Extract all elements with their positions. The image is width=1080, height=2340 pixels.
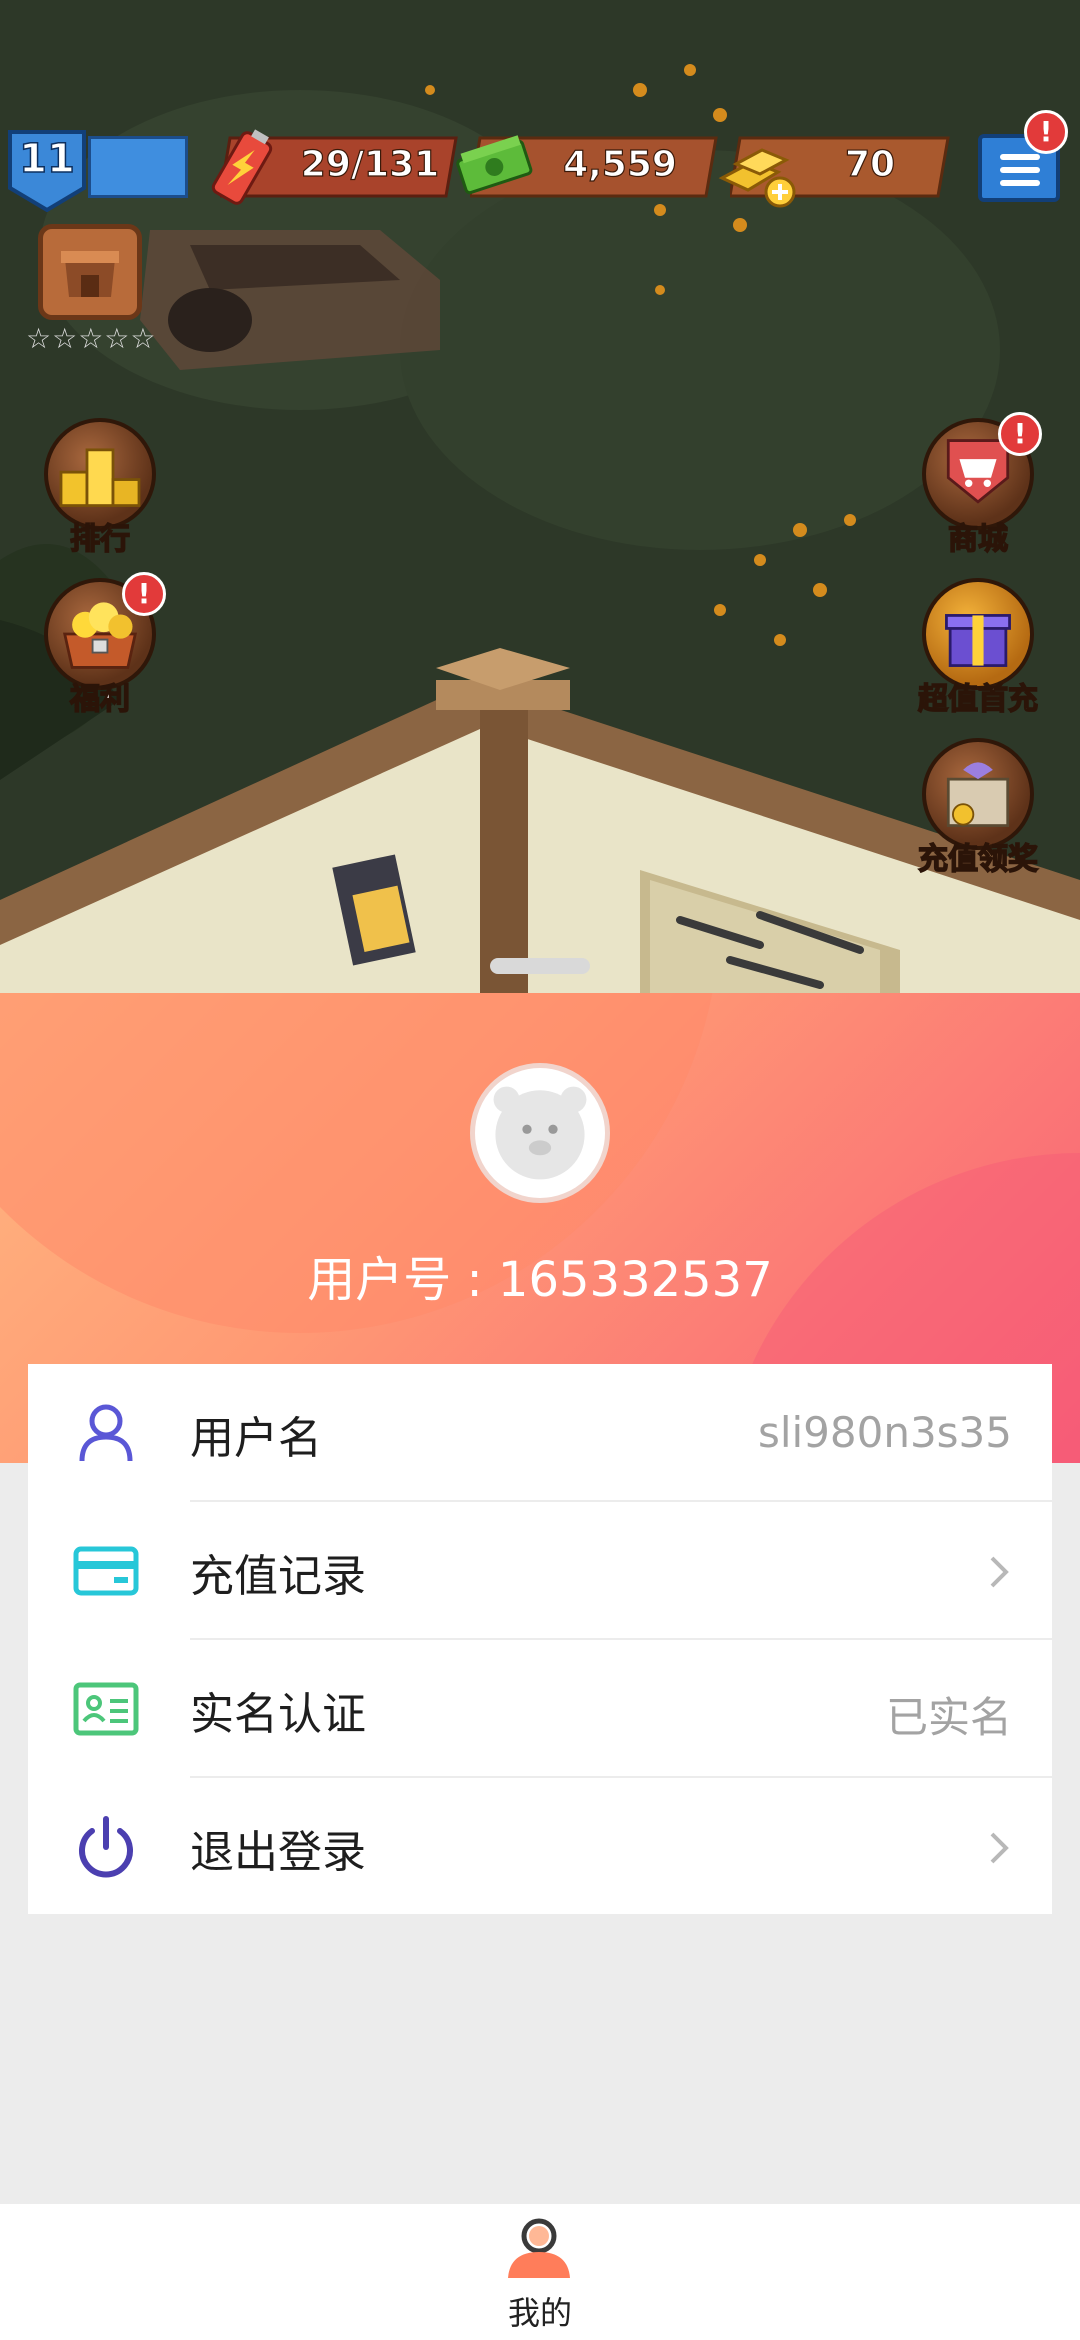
shop-label: 商城 bbox=[947, 521, 1009, 558]
user-id-text: 用户号 : 165332537 bbox=[307, 1252, 773, 1308]
real-name-row[interactable]: 实名认证 已实名 bbox=[28, 1640, 1052, 1778]
podium-icon bbox=[59, 448, 141, 507]
welfare-label: 福利 bbox=[69, 681, 131, 718]
experience-bar bbox=[88, 136, 188, 198]
gold-bars-icon bbox=[718, 148, 796, 208]
cash-value: 4,559 bbox=[562, 143, 677, 185]
username-value: sli980n3s35 bbox=[757, 1408, 1012, 1457]
recharge-history-label: 充值记录 bbox=[190, 1551, 366, 1602]
logout-row[interactable]: 退出登录 bbox=[28, 1778, 1052, 1916]
gift-box-icon bbox=[945, 614, 1011, 667]
profile-tab-icon bbox=[508, 2218, 570, 2278]
cash-stack-icon bbox=[456, 135, 533, 195]
logout-label: 退出登录 bbox=[190, 1827, 366, 1878]
tab-mine[interactable]: 我的 bbox=[440, 2204, 640, 2340]
avatar[interactable] bbox=[470, 1063, 610, 1203]
shop-alert-badge: ! bbox=[998, 412, 1042, 456]
username-row[interactable]: 用户名 sli980n3s35 bbox=[28, 1364, 1052, 1502]
bear-avatar-icon bbox=[493, 1086, 587, 1180]
ranking-label: 排行 bbox=[69, 521, 131, 558]
welfare-alert-badge: ! bbox=[122, 572, 166, 616]
tab-mine-label: 我的 bbox=[507, 2294, 572, 2332]
recharge-reward-label: 充值领奖 bbox=[917, 841, 1039, 878]
energy-value: 29/131 bbox=[300, 143, 440, 185]
power-icon bbox=[79, 1816, 133, 1878]
username-label: 用户名 bbox=[190, 1413, 322, 1464]
card-icon bbox=[73, 1546, 139, 1596]
chevron-right-icon bbox=[990, 1832, 1009, 1864]
first-recharge-label: 超值首充 bbox=[917, 681, 1039, 718]
menu-line bbox=[1000, 180, 1040, 186]
menu-alert-badge: ! bbox=[1024, 110, 1068, 154]
car-wreck bbox=[140, 230, 440, 370]
id-card-icon bbox=[73, 1682, 139, 1736]
rating-stars: ☆☆☆☆☆ bbox=[26, 322, 157, 355]
storefront-icon bbox=[61, 251, 119, 297]
chevron-right-icon bbox=[990, 1556, 1009, 1588]
real-name-label: 实名认证 bbox=[190, 1689, 366, 1740]
base-shop-icon[interactable] bbox=[38, 224, 142, 320]
drag-handle[interactable] bbox=[490, 958, 590, 974]
user-icon bbox=[79, 1404, 133, 1462]
menu-line bbox=[1000, 167, 1040, 173]
reward-box-icon bbox=[946, 762, 1010, 827]
battery-icon bbox=[211, 129, 273, 205]
real-name-status: 已实名 bbox=[885, 1693, 1012, 1742]
gold-value: 70 bbox=[844, 143, 896, 185]
player-level: 11 bbox=[18, 135, 75, 183]
recharge-history-row[interactable]: 充值记录 bbox=[28, 1502, 1052, 1640]
game-view[interactable]: 11 29/131 4,559 70 ! ☆☆☆☆☆ 排行 ! 福利 ! 商城 … bbox=[0, 0, 1080, 993]
bottom-nav: 我的 bbox=[0, 2204, 1080, 2340]
account-menu-card: 用户名 sli980n3s35 充值记录 实名认证 已实名 退出登录 bbox=[28, 1364, 1052, 1914]
menu-line bbox=[1000, 154, 1040, 160]
